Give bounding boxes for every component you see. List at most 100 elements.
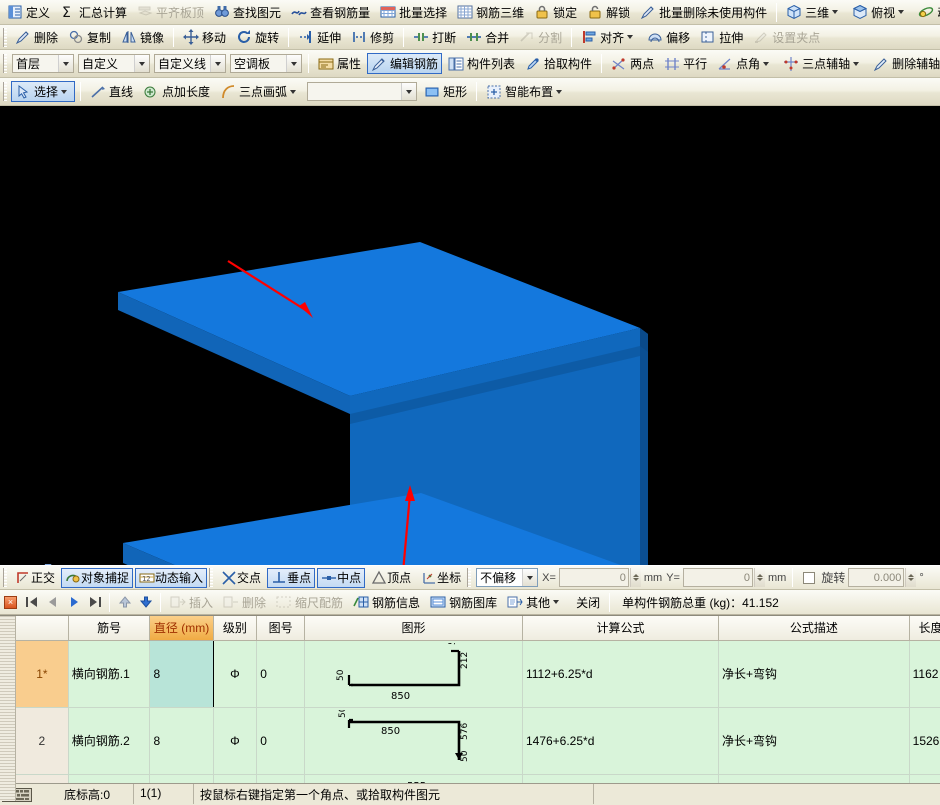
chevron-down-icon[interactable] — [522, 569, 537, 586]
edit-toolbar-delete[interactable]: 删除 — [11, 27, 62, 48]
component-toolbar-two-point[interactable]: 两点 — [607, 53, 658, 74]
shape-cell[interactable]: 5021250850 — [305, 640, 523, 707]
component-toolbar-delete-axis[interactable]: 删除辅轴 — [869, 53, 940, 74]
chevron-down-icon[interactable] — [401, 83, 416, 100]
snap-mode-perpendicular[interactable]: 垂点 — [267, 568, 315, 588]
chevron-down-icon[interactable] — [58, 55, 73, 72]
component-toolbar-edit-rebar[interactable]: 编辑钢筋 — [367, 53, 442, 74]
component-toolbar-point-angle[interactable]: 点角 — [713, 53, 777, 74]
component-select[interactable]: 空调板 — [230, 54, 302, 73]
move-down-button[interactable] — [136, 593, 155, 612]
snap-mode-intersection[interactable]: 交点 — [217, 568, 265, 588]
shape-cell[interactable]: 5085057650 — [305, 707, 523, 774]
snap-mode-coordinate[interactable]: 坐标 — [417, 568, 465, 588]
component-toolbar-three-point-axis[interactable]: 三点辅轴 — [779, 53, 867, 74]
column-header-formula[interactable]: 计算公式 — [522, 616, 718, 640]
edit-toolbar-extend[interactable]: 延伸 — [294, 27, 345, 48]
column-header-shape_no[interactable]: 图号 — [257, 616, 305, 640]
edit-toolbar-align[interactable]: 对齐 — [577, 27, 641, 48]
formula-cell[interactable]: 1476+6.25*d — [522, 707, 718, 774]
x-offset-input-stepper[interactable] — [630, 568, 641, 587]
draw-toolbar-cursor[interactable]: 选择 — [11, 81, 75, 102]
edit-toolbar-rotate[interactable]: 旋转 — [232, 27, 283, 48]
model-3d-viewport[interactable]: Z — [0, 106, 940, 565]
offset-mode-select[interactable]: 不偏移 — [476, 568, 538, 587]
rotate-stepper[interactable] — [905, 568, 916, 587]
y-offset-input[interactable]: 0 — [683, 568, 753, 587]
draw-toolbar-smart-layout[interactable]: 智能布置 — [482, 81, 570, 102]
snapbar-gripper-3[interactable] — [467, 568, 471, 587]
main-toolbar-batch-delete[interactable]: 批量删除未使用构件 — [636, 2, 771, 23]
length-cell[interactable]: 1526 — [909, 707, 940, 774]
column-header-length[interactable]: 长度 (mm) — [909, 616, 940, 640]
edit-toolbar-break[interactable]: 打断 — [409, 27, 460, 48]
main-toolbar-batch-select[interactable]: 批量选择 — [376, 2, 451, 23]
chevron-down-icon[interactable] — [134, 55, 149, 72]
bar_name-cell[interactable]: 横向钢筋.1 — [68, 640, 150, 707]
chevron-down-icon[interactable] — [556, 90, 562, 94]
snap-toggle-ortho[interactable]: 正交 — [11, 568, 59, 588]
main-toolbar-rebar-3d[interactable]: 钢筋三维 — [453, 2, 528, 23]
category-select[interactable]: 自定义 — [78, 54, 150, 73]
grade-cell[interactable]: Φ — [213, 707, 257, 774]
main-toolbar-cube[interactable]: 三维 — [782, 2, 846, 23]
arc-options-select[interactable] — [307, 82, 417, 101]
shape_no-cell[interactable]: 0 — [257, 640, 305, 707]
snapbar-gripper[interactable] — [3, 568, 7, 587]
snap-toggle-osnap[interactable]: 对象捕捉 — [61, 568, 133, 588]
move-up-button[interactable] — [115, 593, 134, 612]
chevron-down-icon[interactable] — [286, 55, 301, 72]
chevron-down-icon[interactable] — [61, 90, 67, 94]
diameter-cell[interactable]: 8 — [150, 640, 213, 707]
toolbar-gripper[interactable] — [3, 54, 7, 73]
main-toolbar-orbit[interactable]: 动态观察 — [914, 2, 940, 23]
component-toolbar-parallel[interactable]: 平行 — [660, 53, 711, 74]
formula_desc-cell[interactable]: 净长+弯钩 — [719, 707, 910, 774]
last-record-button[interactable] — [85, 593, 104, 612]
main-toolbar-binoculars[interactable]: 查找图元 — [210, 2, 285, 23]
shape_no-cell[interactable]: 0 — [257, 707, 305, 774]
component-toolbar-properties[interactable]: 属性 — [314, 53, 365, 74]
draw-toolbar-point-length[interactable]: 点加长度 — [139, 81, 214, 102]
rebar-rebar-info[interactable]: 钢筋信息 — [349, 592, 424, 613]
chevron-down-icon[interactable] — [763, 62, 769, 66]
prev-record-button[interactable] — [43, 593, 62, 612]
rebar-table-scroll[interactable]: 筋号直径 (mm)级别图号图形计算公式公式描述长度 (mm)根数搭接损耗 1*横… — [16, 616, 940, 801]
type-select[interactable]: 自定义线 — [154, 54, 226, 73]
column-header-bar_name[interactable]: 筋号 — [68, 616, 150, 640]
column-header-rownum[interactable] — [16, 616, 68, 640]
toolbar-gripper[interactable] — [3, 82, 7, 101]
chevron-down-icon[interactable] — [290, 90, 296, 94]
edit-toolbar-offset[interactable]: 偏移 — [643, 27, 694, 48]
table-row[interactable]: 1*横向钢筋.18Φ050212508501112+6.25*d净长+弯钩116… — [16, 640, 940, 707]
row-number-cell[interactable]: 1* — [16, 640, 68, 707]
rebar-rebar-library[interactable]: 钢筋图库 — [426, 592, 501, 613]
rebar-item[interactable]: 关闭 — [569, 592, 604, 613]
main-toolbar-lock[interactable]: 锁定 — [530, 2, 581, 23]
edit-toolbar-stretch[interactable]: 拉伸 — [696, 27, 747, 48]
close-panel-icon[interactable]: × — [4, 596, 17, 609]
y-offset-input-stepper[interactable] — [754, 568, 765, 587]
formula-cell[interactable]: 1112+6.25*d — [522, 640, 718, 707]
main-toolbar-view-rebar[interactable]: 查看钢筋量 — [287, 2, 374, 23]
first-record-button[interactable] — [22, 593, 41, 612]
bar_name-cell[interactable]: 横向钢筋.2 — [68, 707, 150, 774]
diameter-cell[interactable]: 8 — [150, 707, 213, 774]
chevron-down-icon[interactable] — [627, 35, 633, 39]
x-offset-input[interactable]: 0 — [559, 568, 629, 587]
draw-toolbar-three-point-arc[interactable]: 三点画弧 — [216, 81, 304, 102]
row-number-cell[interactable]: 2 — [16, 707, 68, 774]
snap-mode-vertex[interactable]: 顶点 — [367, 568, 415, 588]
edit-toolbar-mirror[interactable]: 镜像 — [117, 27, 168, 48]
table-left-strip[interactable] — [0, 616, 16, 801]
edit-toolbar-move[interactable]: 移动 — [179, 27, 230, 48]
next-record-button[interactable] — [64, 593, 83, 612]
rotate-input[interactable]: 0.000 — [848, 568, 904, 587]
chevron-down-icon[interactable] — [553, 600, 559, 604]
main-toolbar-sigma[interactable]: Σ汇总计算 — [56, 2, 131, 23]
edit-toolbar-merge[interactable]: 合并 — [462, 27, 513, 48]
column-header-formula_desc[interactable]: 公式描述 — [719, 616, 910, 640]
snapbar-gripper-2[interactable] — [209, 568, 213, 587]
chevron-down-icon[interactable] — [898, 10, 904, 14]
component-toolbar-component-list[interactable]: 构件列表 — [444, 53, 519, 74]
